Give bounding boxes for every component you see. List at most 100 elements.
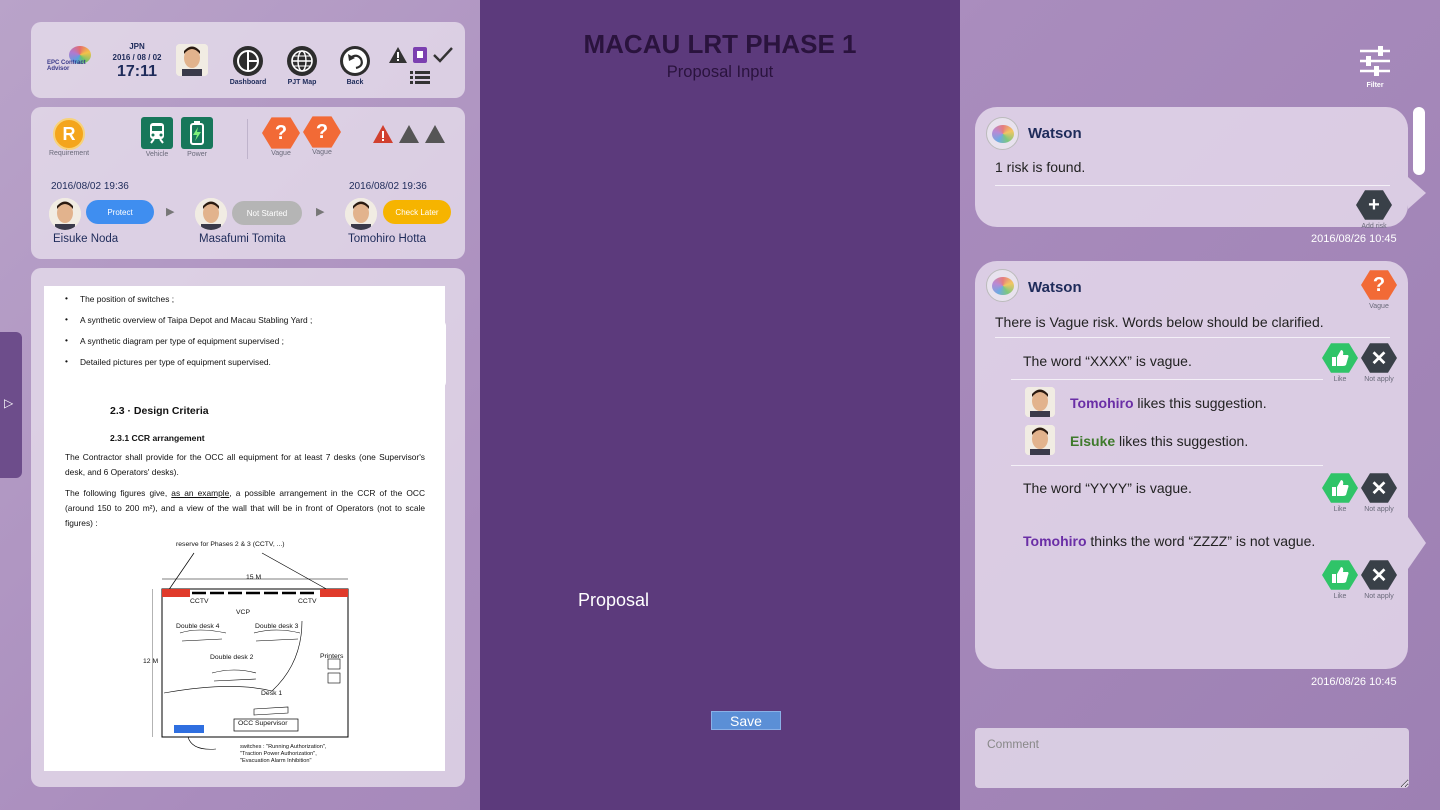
fig-cctv-right: CCTV xyxy=(298,598,317,605)
back-button[interactable]: Back xyxy=(330,46,380,86)
fig-cctv-left: CCTV xyxy=(190,598,209,605)
message-timestamp: 2016/08/26 10:45 xyxy=(1311,233,1397,245)
arrow-right-icon: ▶ xyxy=(166,206,175,218)
save-button[interactable]: Save xyxy=(711,711,781,730)
not-apply-label: Not apply xyxy=(1364,376,1394,383)
vague-risk-badge-2[interactable]: ? xyxy=(303,116,341,148)
dashboard-label: Dashboard xyxy=(229,79,267,86)
workflow-timestamp-3: 2016/08/02 19:36 xyxy=(349,181,427,192)
vague-label: Vague xyxy=(1369,303,1389,310)
list-icon[interactable] xyxy=(409,69,431,85)
comment-input[interactable] xyxy=(975,728,1409,788)
triangle-icon xyxy=(425,125,445,143)
vague-risk-badge[interactable]: ? Vague xyxy=(1360,269,1398,310)
avatar[interactable] xyxy=(345,198,377,230)
user-name[interactable]: Tomohiro xyxy=(1023,533,1087,549)
comment-text: thinks the word “ZZZZ” is not vague. xyxy=(1086,533,1316,549)
logo-text: EPC Contract Advisor xyxy=(47,60,86,72)
vague-risk-badge-1[interactable]: ? xyxy=(262,117,300,149)
person-face-icon xyxy=(49,198,81,230)
doc-bullet: A synthetic overview of Taipa Depot and … xyxy=(65,314,312,325)
watson-message-1: Watson 1 risk is found. + Add risk xyxy=(975,107,1426,230)
filter-button[interactable]: Filter xyxy=(1356,45,1394,89)
divider xyxy=(995,185,1390,186)
doc-paragraph: The Contractor shall provide for the OCC… xyxy=(65,452,425,477)
train-icon xyxy=(150,123,164,144)
like-button[interactable]: Like xyxy=(1321,559,1359,600)
person-face-icon xyxy=(1025,425,1055,455)
doc-text: The following figures give, xyxy=(65,488,172,498)
vehicle-button[interactable] xyxy=(141,117,173,149)
thumbs-up-icon xyxy=(1322,343,1358,373)
watson-message-2: Watson ? Vague There is Vague risk. Word… xyxy=(975,261,1426,669)
workflow-timestamp-1: 2016/08/02 19:36 xyxy=(51,181,129,192)
document-icon[interactable] xyxy=(412,46,428,64)
divider xyxy=(1011,465,1323,466)
user-avatar[interactable] xyxy=(176,44,208,76)
avatar[interactable] xyxy=(195,198,227,230)
fig-desk4-label: Double desk 4 xyxy=(176,623,220,630)
like-button[interactable]: Like xyxy=(1321,342,1359,383)
message-text: 1 risk is found. xyxy=(995,159,1086,175)
avatar xyxy=(1025,425,1055,455)
fig-desk1-label: Desk 1 xyxy=(261,690,283,697)
proposal-input-label[interactable]: Proposal xyxy=(578,590,649,611)
country-code: JPN xyxy=(129,42,145,51)
divider xyxy=(247,119,248,159)
fig-reserve-label: reserve for Phases 2 & 3 (CCTV, ...) xyxy=(176,541,285,548)
watson-avatar xyxy=(986,269,1019,302)
status-pill-not-started[interactable]: Not Started xyxy=(232,201,302,225)
doc-subsection-title: 2.3.1 CCR arrangement xyxy=(110,433,205,443)
brain-icon xyxy=(992,125,1014,143)
not-apply-button[interactable]: ✕ Not apply xyxy=(1360,472,1398,513)
question-icon: ? xyxy=(1361,270,1397,300)
pjt-map-label: PJT Map xyxy=(287,79,317,86)
dashboard-button[interactable]: Dashboard xyxy=(223,46,273,86)
datetime-display: JPN 2016 / 08 / 02 17:11 xyxy=(105,42,169,81)
divider xyxy=(995,337,1390,338)
doc-bullet: A synthetic diagram per type of equipmen… xyxy=(65,335,284,346)
dashboard-icon xyxy=(233,46,263,76)
warning-icon[interactable] xyxy=(388,46,408,64)
arrow-right-icon: ▶ xyxy=(316,206,325,218)
like-label: Like xyxy=(1333,593,1347,600)
fig-desk2-label: Double desk 2 xyxy=(210,654,254,661)
doc-bullet: Detailed pictures per type of equipment … xyxy=(65,356,271,367)
divider xyxy=(1011,379,1323,380)
add-risk-button[interactable]: + Add risk xyxy=(1355,189,1393,230)
doc-paragraph: The following figures give, as an exampl… xyxy=(65,486,425,531)
like-button[interactable]: Like xyxy=(1321,472,1359,513)
document-scrollbar[interactable] xyxy=(434,320,446,388)
side-drawer-tab[interactable]: ▷ xyxy=(0,332,22,478)
checkmark-icon[interactable] xyxy=(432,46,454,64)
not-apply-button[interactable]: ✕ Not apply xyxy=(1360,342,1398,383)
close-icon: ✕ xyxy=(1361,343,1397,373)
vague-label-1: Vague xyxy=(271,150,291,157)
close-icon: ✕ xyxy=(1361,560,1397,590)
power-label: Power xyxy=(187,151,207,158)
vague-word-item: The word “YYYY” is vague. xyxy=(1023,480,1192,496)
message-text: There is Vague risk. Words below should … xyxy=(995,314,1324,330)
not-apply-button[interactable]: ✕ Not apply xyxy=(1360,559,1398,600)
status-pill-protect[interactable]: Protect xyxy=(86,200,154,224)
avatar[interactable] xyxy=(49,198,81,230)
fig-supervisor-label: OCC Supervisor xyxy=(238,720,288,727)
filter-label: Filter xyxy=(1366,82,1384,89)
pjt-map-button[interactable]: PJT Map xyxy=(277,46,327,86)
user-name[interactable]: Eisuke xyxy=(1070,433,1115,449)
status-pill-check-later[interactable]: Check Later xyxy=(383,200,451,224)
power-button[interactable] xyxy=(181,117,213,149)
fig-height-label: 12 M xyxy=(143,658,159,665)
person-face-icon xyxy=(176,44,208,76)
like-label: Like xyxy=(1333,506,1347,513)
back-icon xyxy=(340,46,370,76)
activity-text: likes this suggestion. xyxy=(1133,395,1267,411)
chat-scrollbar[interactable] xyxy=(1413,107,1425,175)
requirement-badge[interactable]: R xyxy=(53,118,85,150)
specification-document[interactable]: The position of switches ; A synthetic o… xyxy=(44,286,445,771)
current-date: 2016 / 08 / 02 xyxy=(112,53,162,62)
user-name[interactable]: Tomohiro xyxy=(1070,395,1134,411)
sender-name: Watson xyxy=(1028,125,1082,142)
sender-name: Watson xyxy=(1028,279,1082,296)
status-panel: R Requirement Vehicle Power ? Vague ? Va… xyxy=(31,107,465,259)
